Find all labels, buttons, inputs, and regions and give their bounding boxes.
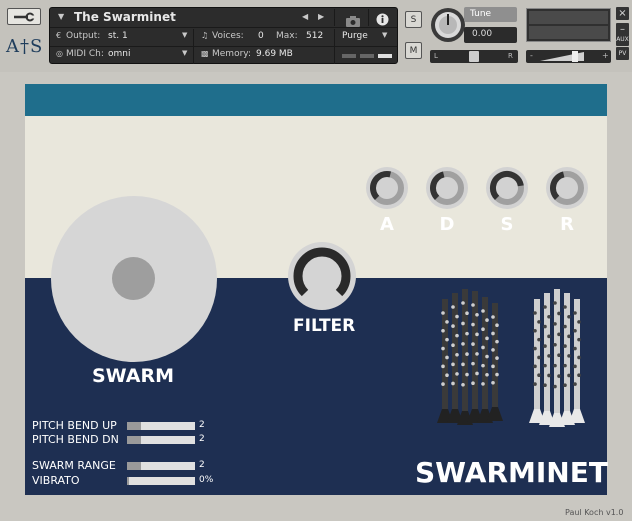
instrument-info-panel: ▼ The Swarminet ◀ ▶ € Output: st. 1 ▼ ♫ … xyxy=(49,7,398,64)
swarm-pad-handle[interactable] xyxy=(112,257,155,300)
pitch-bend-dn-slider[interactable] xyxy=(127,436,195,444)
pitch-bend-up-slider-fill xyxy=(127,422,141,430)
next-instrument-icon[interactable]: ▶ xyxy=(318,12,324,21)
output-icon: € xyxy=(56,31,62,40)
swarm-range-slider[interactable] xyxy=(127,462,195,470)
midi-row: ◎ MIDI Ch: omni ▼ ▩ Memory: 9.69 MB xyxy=(50,47,397,64)
swarm-label: SWARM xyxy=(92,365,175,387)
pan-handle[interactable] xyxy=(469,51,479,62)
vibrato-value: 0% xyxy=(199,475,214,485)
clarinet-shape xyxy=(569,299,585,423)
adsr-knob-s[interactable] xyxy=(485,166,529,214)
vibrato-slider-fill xyxy=(127,477,130,485)
filter-label: FILTER xyxy=(293,316,356,336)
clarinet-shape xyxy=(549,289,565,427)
teal-banner xyxy=(25,84,607,116)
purge-indicator-2 xyxy=(360,54,374,58)
close-button[interactable]: × xyxy=(616,7,629,20)
ais-logo: A†S xyxy=(6,36,44,57)
instrument-title[interactable]: The Swarminet xyxy=(74,10,176,24)
purge-dropdown-icon[interactable]: ▼ xyxy=(382,31,387,39)
purge-indicator-3 xyxy=(378,54,392,58)
purge-indicator-1 xyxy=(342,54,356,58)
voices-value: 0 xyxy=(258,31,264,41)
wrench-icon xyxy=(14,12,35,21)
brand-title: SWARMINET xyxy=(415,456,608,489)
clarinet-shape xyxy=(559,293,575,425)
filter-knob[interactable] xyxy=(287,241,357,311)
volume-slider[interactable]: - + xyxy=(526,50,611,63)
title-row: ▼ The Swarminet ◀ ▶ xyxy=(50,9,397,27)
pitch-bend-dn-label: PITCH BEND DN xyxy=(32,433,119,446)
adsr-label-d: D xyxy=(439,214,455,235)
swarm-range-slider-fill xyxy=(127,462,141,470)
vibrato-slider[interactable] xyxy=(127,477,195,485)
prev-instrument-icon[interactable]: ◀ xyxy=(302,12,308,21)
pv-button[interactable]: PV xyxy=(616,47,629,60)
pitch-bend-up-value: 2 xyxy=(199,420,205,430)
clarinet-shape xyxy=(487,303,503,421)
aux-button[interactable]: AUX xyxy=(616,33,629,46)
mute-button[interactable]: M xyxy=(405,42,422,59)
pitch-bend-up-slider[interactable] xyxy=(127,422,195,430)
wrench-button[interactable] xyxy=(7,8,41,25)
memory-value: 9.69 MB xyxy=(256,49,293,59)
close-icon: × xyxy=(618,8,627,19)
collapse-arrow-icon[interactable]: ▼ xyxy=(58,12,64,21)
clarinet-shape xyxy=(457,289,473,425)
output-row: € Output: st. 1 ▼ ♫ Voices: 0 Max: 512 P… xyxy=(50,29,397,46)
tune-label: Tune xyxy=(464,7,517,22)
max-voices-value[interactable]: 512 xyxy=(306,31,323,41)
memory-icon: ▩ xyxy=(201,49,209,58)
swarm-pad[interactable] xyxy=(51,196,217,362)
pitch-bend-up-label: PITCH BEND UP xyxy=(32,419,117,432)
swarm-range-label: SWARM RANGE xyxy=(32,459,116,472)
volume-handle[interactable] xyxy=(572,51,578,62)
swarm-range-value: 2 xyxy=(199,460,205,470)
adsr-label-s: S xyxy=(500,214,514,235)
pitch-bend-dn-value: 2 xyxy=(199,434,205,444)
clarinet-shape xyxy=(529,299,545,423)
pan-left-label: L xyxy=(434,52,438,60)
clarinet-shape xyxy=(539,293,555,425)
pan-slider[interactable]: L R xyxy=(430,50,518,63)
instrument-header: A†S ▼ The Swarminet ◀ ▶ € Output: st. 1 … xyxy=(0,0,632,72)
tune-knob[interactable] xyxy=(430,7,466,43)
output-value[interactable]: st. 1 xyxy=(108,31,128,41)
pan-right-label: R xyxy=(508,52,513,60)
voices-label: Voices: xyxy=(212,31,244,41)
midi-label: MIDI Ch: xyxy=(66,49,104,59)
voices-icon: ♫ xyxy=(201,31,209,40)
adsr-knob-d[interactable] xyxy=(425,166,469,214)
vibrato-label: VIBRATO xyxy=(32,474,80,487)
max-voices-label: Max: xyxy=(276,31,298,41)
output-label: Output: xyxy=(66,31,101,41)
adsr-label-a: A xyxy=(380,214,394,235)
midi-value[interactable]: omni xyxy=(108,49,130,59)
adsr-knob-a[interactable] xyxy=(365,166,409,214)
clarinet-shape xyxy=(437,299,453,423)
clarinet-shape xyxy=(447,293,463,423)
volume-plus-label: + xyxy=(602,51,609,60)
clarinet-shape xyxy=(467,291,483,423)
purge-menu[interactable]: Purge xyxy=(342,31,368,41)
credit-text: Paul Koch v1.0 xyxy=(565,508,624,517)
adsr-label-r: R xyxy=(560,214,574,235)
solo-button[interactable]: S xyxy=(405,11,422,28)
level-meter xyxy=(526,8,611,42)
instrument-panel: A D S R SWARM FILTER PITCH BEND UP 2 PITCH BE… xyxy=(25,84,608,495)
output-dropdown-icon[interactable]: ▼ xyxy=(182,31,187,39)
adsr-knob-r[interactable] xyxy=(545,166,589,214)
memory-label: Memory: xyxy=(212,49,251,59)
clarinet-shape xyxy=(477,297,493,423)
tune-value[interactable]: 0.00 xyxy=(464,27,517,43)
pitch-bend-dn-slider-fill xyxy=(127,436,141,444)
volume-minus-label: - xyxy=(530,51,533,60)
clarinet-swarm-illustration xyxy=(437,289,585,427)
midi-icon: ◎ xyxy=(56,49,63,58)
midi-dropdown-icon[interactable]: ▼ xyxy=(182,49,187,57)
